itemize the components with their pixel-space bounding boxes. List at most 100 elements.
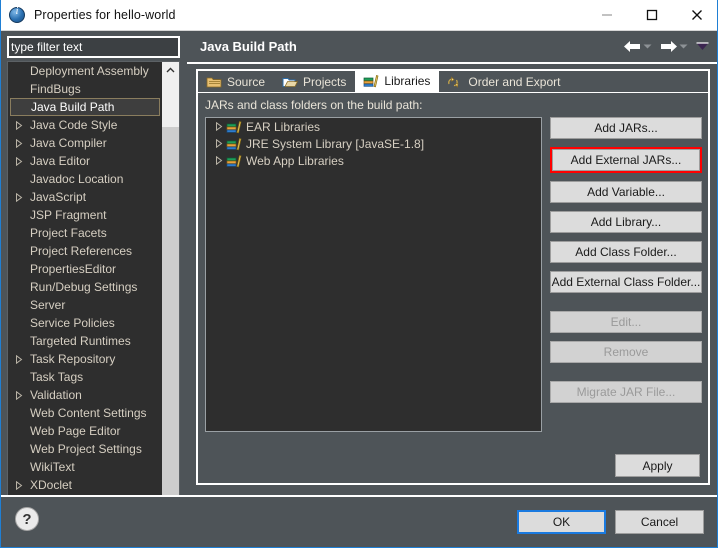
tree-caption: JARs and class folders on the build path… bbox=[205, 98, 423, 112]
library-tree-label: EAR Libraries bbox=[246, 119, 321, 134]
sidebar-item-java-code-style[interactable]: Java Code Style bbox=[8, 116, 162, 134]
sidebar-item-label: Run/Debug Settings bbox=[30, 280, 138, 294]
tab-label: Source bbox=[227, 75, 266, 89]
window-controls bbox=[584, 0, 717, 31]
tab-order-and-export[interactable]: Order and Export bbox=[439, 71, 569, 92]
forward-arrow-icon[interactable] bbox=[660, 36, 677, 58]
tab-source[interactable]: Source bbox=[198, 71, 274, 92]
sidebar-item-label: Web Project Settings bbox=[30, 442, 142, 456]
add-class-folder-button[interactable]: Add Class Folder... bbox=[550, 241, 702, 263]
add-library-button[interactable]: Add Library... bbox=[550, 211, 702, 233]
ok-button[interactable]: OK bbox=[517, 510, 606, 534]
add-variable-button[interactable]: Add Variable... bbox=[550, 181, 702, 203]
navigation-tools bbox=[624, 36, 709, 58]
sidebar-item-label: PropertiesEditor bbox=[30, 262, 117, 276]
minimize-icon[interactable] bbox=[584, 0, 629, 31]
sidebar-item-task-repository[interactable]: Task Repository bbox=[8, 350, 162, 368]
sidebar-item-web-content-settings[interactable]: Web Content Settings bbox=[8, 404, 162, 422]
sidebar-item-wikitext[interactable]: WikiText bbox=[8, 458, 162, 476]
sidebar-item-label: Java Code Style bbox=[30, 118, 118, 132]
sidebar-item-web-page-editor[interactable]: Web Page Editor bbox=[8, 422, 162, 440]
expand-chevron-right-icon[interactable] bbox=[212, 156, 226, 165]
forward-chevron-down-icon[interactable] bbox=[679, 36, 688, 58]
properties-dialog: Properties for hello-world Deployment As… bbox=[0, 0, 718, 548]
apply-button[interactable]: Apply bbox=[615, 454, 700, 477]
libraries-icon bbox=[226, 154, 244, 168]
sidebar-item-server[interactable]: Server bbox=[8, 296, 162, 314]
sidebar-scrollbar[interactable] bbox=[162, 62, 179, 524]
back-arrow-icon[interactable] bbox=[624, 36, 641, 58]
sidebar-item-propertieseditor[interactable]: PropertiesEditor bbox=[8, 260, 162, 278]
search-input[interactable] bbox=[9, 38, 178, 56]
close-icon[interactable] bbox=[674, 0, 717, 31]
view-menu-icon[interactable] bbox=[696, 36, 709, 58]
page-title: Java Build Path bbox=[200, 39, 297, 54]
library-tree-row[interactable]: EAR Libraries bbox=[206, 118, 541, 135]
sidebar-scrollbar-gap bbox=[162, 79, 179, 127]
page-header: Java Build Path bbox=[187, 31, 717, 64]
expand-chevron-right-icon[interactable] bbox=[12, 480, 26, 490]
filter-box[interactable] bbox=[7, 36, 180, 58]
tab-strip: Source Projects Libraries Order and Export bbox=[198, 70, 708, 93]
tab-label: Projects bbox=[303, 75, 347, 89]
settings-tree: Deployment Assembly FindBugs Java Build Pa… bbox=[8, 62, 162, 494]
sidebar-item-service-policies[interactable]: Service Policies bbox=[8, 314, 162, 332]
sidebar-item-label: Web Page Editor bbox=[30, 424, 121, 438]
sidebar-item-label: Targeted Runtimes bbox=[30, 334, 131, 348]
sidebar-item-javadoc-location[interactable]: Javadoc Location bbox=[8, 170, 162, 188]
scroll-up-icon[interactable] bbox=[162, 62, 179, 79]
sidebar-item-label: Validation bbox=[30, 388, 82, 402]
sidebar-item-validation[interactable]: Validation bbox=[8, 386, 162, 404]
sidebar-item-task-tags[interactable]: Task Tags bbox=[8, 368, 162, 386]
expand-chevron-right-icon[interactable] bbox=[12, 390, 26, 400]
title-bar: Properties for hello-world bbox=[1, 0, 717, 31]
back-chevron-down-icon[interactable] bbox=[643, 36, 652, 58]
sidebar-scrollbar-track[interactable] bbox=[162, 79, 179, 507]
libraries-tab-body: JARs and class folders on the build path… bbox=[198, 93, 708, 483]
sidebar-item-web-project-settings[interactable]: Web Project Settings bbox=[8, 440, 162, 458]
expand-chevron-right-icon[interactable] bbox=[12, 156, 26, 166]
library-tree-row[interactable]: Web App Libraries bbox=[206, 152, 541, 169]
add-jars-button[interactable]: Add JARs... bbox=[550, 117, 702, 139]
help-question-icon[interactable]: ? bbox=[15, 507, 39, 531]
expand-chevron-right-icon[interactable] bbox=[12, 138, 26, 148]
sidebar-item-run-debug-settings[interactable]: Run/Debug Settings bbox=[8, 278, 162, 296]
sidebar-item-java-compiler[interactable]: Java Compiler bbox=[8, 134, 162, 152]
sidebar-item-java-editor[interactable]: Java Editor bbox=[8, 152, 162, 170]
sidebar-item-xdoclet[interactable]: XDoclet bbox=[8, 476, 162, 494]
sidebar-item-label: Project References bbox=[30, 244, 133, 258]
add-external-jars-button[interactable]: Add External JARs... bbox=[552, 149, 700, 171]
sidebar-item-jsp-fragment[interactable]: JSP Fragment bbox=[8, 206, 162, 224]
sidebar-item-project-facets[interactable]: Project Facets bbox=[8, 224, 162, 242]
cancel-button[interactable]: Cancel bbox=[615, 510, 704, 534]
sidebar-item-label: Server bbox=[30, 298, 66, 312]
tab-label: Order and Export bbox=[468, 75, 561, 89]
sidebar-item-label: Web Content Settings bbox=[30, 406, 147, 420]
expand-chevron-right-icon[interactable] bbox=[12, 192, 26, 202]
sidebar-item-javascript[interactable]: JavaScript bbox=[8, 188, 162, 206]
tab-label: Libraries bbox=[384, 74, 431, 88]
expand-chevron-right-icon[interactable] bbox=[12, 120, 26, 130]
dialog-footer: ? bbox=[1, 495, 717, 547]
tab-libraries[interactable]: Libraries bbox=[355, 70, 440, 92]
tab-projects[interactable]: Projects bbox=[274, 71, 355, 92]
add-external-class-folder-button[interactable]: Add External Class Folder... bbox=[550, 271, 702, 293]
main-panel: Java Build Path Source Projects Librarie… bbox=[187, 31, 717, 493]
library-tree-row[interactable]: JRE System Library [JavaSE-1.8] bbox=[206, 135, 541, 152]
sidebar-item-label: WikiText bbox=[30, 460, 75, 474]
expand-chevron-right-icon[interactable] bbox=[212, 122, 226, 131]
sidebar-item-findbugs[interactable]: FindBugs bbox=[8, 80, 162, 98]
sidebar-item-java-build-path[interactable]: Java Build Path bbox=[10, 98, 160, 116]
libraries-icon bbox=[226, 137, 244, 151]
expand-chevron-right-icon[interactable] bbox=[12, 354, 26, 364]
sidebar-scrollbar-thumb[interactable] bbox=[162, 127, 179, 507]
libraries-tree[interactable]: EAR Libraries JRE System Library [JavaSE-… bbox=[205, 117, 542, 432]
maximize-icon[interactable] bbox=[629, 0, 674, 31]
button-group-spacer bbox=[550, 301, 702, 311]
sidebar-item-deployment-assembly[interactable]: Deployment Assembly bbox=[8, 62, 162, 80]
sidebar-item-label: Java Build Path bbox=[31, 100, 115, 114]
sidebar-item-label: Deployment Assembly bbox=[30, 64, 149, 78]
sidebar-item-targeted-runtimes[interactable]: Targeted Runtimes bbox=[8, 332, 162, 350]
expand-chevron-right-icon[interactable] bbox=[212, 139, 226, 148]
sidebar-item-project-references[interactable]: Project References bbox=[8, 242, 162, 260]
